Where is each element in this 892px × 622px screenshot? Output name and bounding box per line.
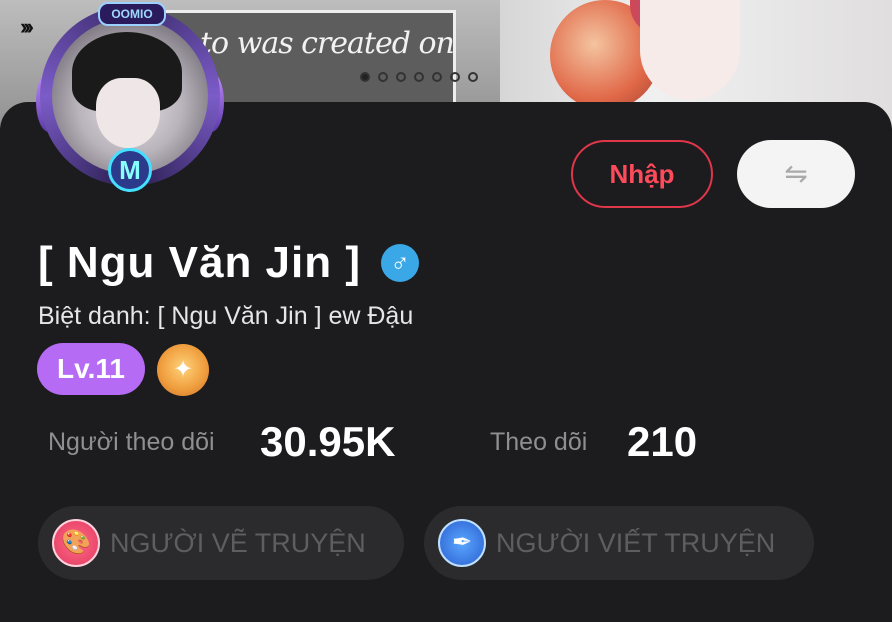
tag-writer[interactable]: ✒ NGƯỜI VIẾT TRUYỆN: [424, 506, 814, 580]
tag-writer-label: NGƯỜI VIẾT TRUYỆN: [496, 527, 776, 558]
followers-count[interactable]: 30.95K: [260, 418, 395, 466]
tag-artist-label: NGƯỜI VẼ TRUYỆN: [110, 527, 366, 558]
avatar-frame-m-emblem: M: [108, 148, 152, 192]
tag-artist[interactable]: 🎨 NGƯỜI VẼ TRUYỆN: [38, 506, 404, 580]
medal-icon[interactable]: ✦: [157, 344, 209, 396]
pagination-dot[interactable]: [450, 72, 460, 82]
level-badge[interactable]: Lv.11: [37, 343, 145, 395]
avatar[interactable]: OOMIO M: [36, 2, 224, 192]
followers-label[interactable]: Người theo dõi: [48, 428, 215, 457]
pen-icon: ✒: [438, 519, 486, 567]
banner-text: to was created on: [200, 26, 455, 61]
pagination-dot[interactable]: [396, 72, 406, 82]
male-gender-icon: ♂: [381, 244, 419, 282]
palette-icon: 🎨: [52, 519, 100, 567]
profile-name-row: [ Ngu Văn Jin ] ♂: [38, 238, 419, 288]
swap-icon: ⇋: [784, 158, 808, 189]
pagination-dot[interactable]: [414, 72, 424, 82]
arrows-icon: ›››: [20, 14, 34, 39]
import-button[interactable]: Nhập: [571, 140, 713, 208]
avatar-face: [96, 78, 160, 148]
profile-nickname: Biệt danh: [ Ngu Văn Jin ] ew Đậu: [38, 302, 414, 330]
profile-name: [ Ngu Văn Jin ]: [38, 238, 361, 287]
pagination-dot-active[interactable]: [360, 72, 370, 82]
following-count[interactable]: 210: [627, 418, 697, 466]
swap-button[interactable]: ⇋: [737, 140, 855, 208]
avatar-frame-badge: OOMIO: [98, 2, 166, 26]
banner-pagination: [360, 72, 478, 82]
pagination-dot[interactable]: [468, 72, 478, 82]
pagination-dot[interactable]: [378, 72, 388, 82]
banner-art-face: [640, 0, 740, 100]
following-label[interactable]: Theo dõi: [490, 428, 587, 457]
pagination-dot[interactable]: [432, 72, 442, 82]
